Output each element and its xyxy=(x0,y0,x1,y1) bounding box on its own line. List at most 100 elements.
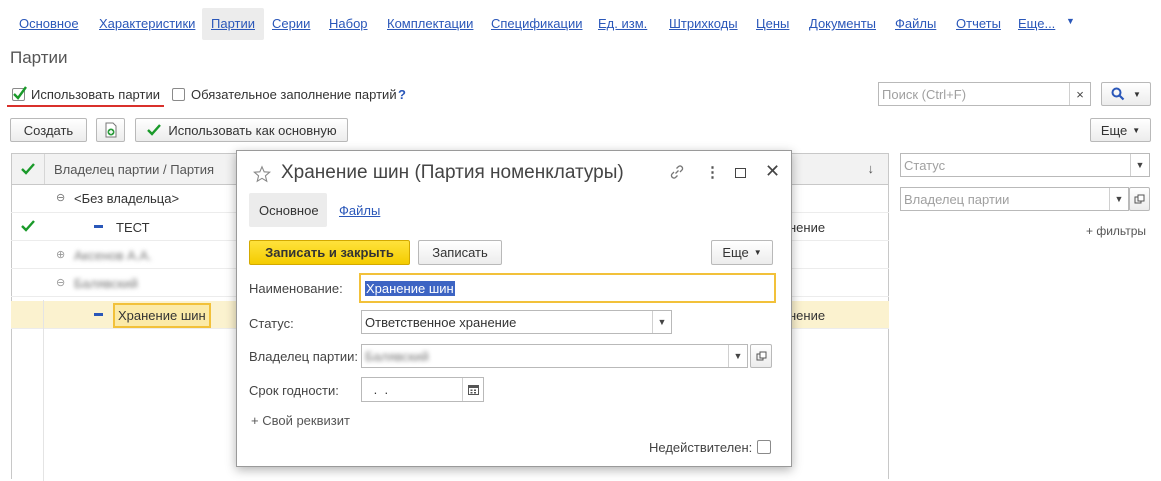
open-form-icon xyxy=(1134,194,1145,203)
invalid-label: Недействителен: xyxy=(649,440,753,455)
add-copy-icon xyxy=(105,122,116,138)
link-icon[interactable] xyxy=(669,164,685,180)
checkmark-icon xyxy=(13,86,27,100)
star-icon[interactable] xyxy=(253,165,271,183)
tab-batches[interactable]: Партии xyxy=(202,8,264,40)
dialog-more-button[interactable]: Еще ▼ xyxy=(711,240,773,265)
dialog-title: Хранение шин (Партия номенклатуры) xyxy=(281,162,624,183)
search-icon xyxy=(1111,87,1125,101)
more-label: Еще xyxy=(1100,122,1128,138)
status-filter-placeholder: Статус xyxy=(904,157,946,173)
chevron-down-icon: ▼ xyxy=(753,248,762,257)
expiry-date-value: . . xyxy=(370,382,389,397)
search-button[interactable]: ▼ xyxy=(1101,82,1151,106)
status-value: Ответственное хранение xyxy=(365,314,517,330)
use-batches-checkbox[interactable] xyxy=(12,86,27,101)
tab-units[interactable]: Ед. изм. xyxy=(598,16,647,31)
collapse-icon[interactable]: ⊖ xyxy=(56,191,65,204)
tab-set[interactable]: Набор xyxy=(329,16,368,31)
maximize-icon[interactable] xyxy=(735,168,746,178)
mandatory-label[interactable]: Обязательное заполнение партий xyxy=(191,87,397,102)
chevron-down-icon: ▼ xyxy=(1132,125,1141,135)
calendar-icon[interactable] xyxy=(462,378,483,401)
chevron-down-icon[interactable]: ▼ xyxy=(652,311,671,333)
tab-dialog-files[interactable]: Файлы xyxy=(339,203,380,218)
expand-icon[interactable]: ⊕ xyxy=(56,248,65,261)
tree-item-label: <Без владельца> xyxy=(74,191,180,206)
tab-series[interactable]: Серии xyxy=(272,16,310,31)
tab-main[interactable]: Основное xyxy=(19,16,79,31)
open-owner-button[interactable] xyxy=(1129,187,1150,211)
owner-value: Балявский xyxy=(365,348,429,364)
status-cell: нение xyxy=(789,308,826,323)
status-label: Статус: xyxy=(249,316,294,331)
checkmark-icon xyxy=(147,124,162,136)
tree-item-label: ТЕСТ xyxy=(116,220,150,235)
search-input[interactable]: Поиск (Ctrl+F) × xyxy=(878,82,1091,106)
expiry-date-input[interactable]: . . xyxy=(361,377,484,402)
chevron-down-icon: ▼ xyxy=(1133,89,1141,99)
name-label: Наименование: xyxy=(249,281,343,296)
mandatory-checkbox[interactable] xyxy=(172,88,185,101)
add-filters-link[interactable]: + фильтры xyxy=(1086,224,1146,238)
owner-select[interactable]: Балявский ▼ xyxy=(361,344,748,368)
chevron-down-icon[interactable]: ▼ xyxy=(728,345,747,367)
chevron-down-icon[interactable]: ▼ xyxy=(1130,154,1149,176)
column-header-owner-batch[interactable]: Владелец партии / Партия xyxy=(54,162,214,177)
open-owner-button[interactable] xyxy=(750,344,772,368)
more-label: Еще xyxy=(722,245,749,260)
tab-documents[interactable]: Документы xyxy=(809,16,876,31)
owner-filter-placeholder: Владелец партии xyxy=(904,191,1010,207)
tab-characteristics[interactable]: Характеристики xyxy=(99,16,195,31)
tab-specifications[interactable]: Спецификации xyxy=(491,16,583,31)
chevron-down-icon[interactable]: ▼ xyxy=(1109,188,1128,210)
status-filter[interactable]: Статус ▼ xyxy=(900,153,1150,177)
name-input[interactable]: Хранение шин xyxy=(359,273,776,303)
highlight-underline xyxy=(7,105,164,107)
status-cell: нение xyxy=(789,220,826,235)
menu-icon[interactable]: ⋮ xyxy=(705,163,720,181)
tab-prices[interactable]: Цены xyxy=(756,16,789,31)
open-form-icon xyxy=(756,351,766,360)
column-divider xyxy=(43,300,44,481)
name-input-value: Хранение шин xyxy=(365,280,455,296)
item-icon xyxy=(94,225,103,228)
page-title: Партии xyxy=(10,48,68,67)
tab-barcodes[interactable]: Штрихкоды xyxy=(669,16,738,31)
collapse-icon[interactable]: ⊖ xyxy=(56,276,65,289)
tab-dialog-main[interactable]: Основное xyxy=(249,193,327,227)
add-attribute-link[interactable]: + Свой реквизит xyxy=(251,413,350,428)
owner-label: Владелец партии: xyxy=(249,349,359,364)
chevron-down-icon[interactable]: ▼ xyxy=(1066,16,1075,26)
expiry-label: Срок годности: xyxy=(249,383,339,398)
tree-item-label: Балявский xyxy=(74,276,138,291)
save-and-close-button[interactable]: Записать и закрыть xyxy=(249,240,410,265)
save-button[interactable]: Записать xyxy=(418,240,502,265)
tree-item-label: Хранение шин xyxy=(113,303,211,328)
search-placeholder: Поиск (Ctrl+F) xyxy=(882,86,967,102)
tab-label: Основное xyxy=(259,203,319,218)
item-icon xyxy=(94,313,103,316)
tab-kits[interactable]: Комплектации xyxy=(387,16,473,31)
use-batches-label[interactable]: Использовать партии xyxy=(31,87,160,102)
more-button[interactable]: Еще ▼ xyxy=(1090,118,1151,142)
use-as-main-button[interactable]: Использовать как основную xyxy=(135,118,348,142)
tab-reports[interactable]: Отчеты xyxy=(956,16,1001,31)
copy-button[interactable] xyxy=(96,118,125,142)
tab-more[interactable]: Еще... xyxy=(1018,16,1055,31)
tab-files[interactable]: Файлы xyxy=(895,16,936,31)
clear-icon[interactable]: × xyxy=(1069,83,1090,105)
owner-filter[interactable]: Владелец партии ▼ xyxy=(900,187,1129,211)
close-icon[interactable]: ✕ xyxy=(765,161,780,182)
help-icon[interactable]: ? xyxy=(398,87,406,102)
tree-item-label: Аксенов А.А. xyxy=(74,248,152,263)
batch-dialog: Хранение шин (Партия номенклатуры) ⋮ ✕ О… xyxy=(236,150,792,467)
calendar-glyph xyxy=(467,385,479,395)
invalid-checkbox[interactable] xyxy=(757,440,771,454)
status-select[interactable]: Ответственное хранение ▼ xyxy=(361,310,672,334)
use-as-main-label: Использовать как основную xyxy=(168,122,337,138)
checkmark-icon xyxy=(21,220,35,232)
checkmark-icon xyxy=(21,163,35,175)
sort-icon[interactable]: ↓ xyxy=(868,161,875,176)
create-button[interactable]: Создать xyxy=(10,118,87,142)
